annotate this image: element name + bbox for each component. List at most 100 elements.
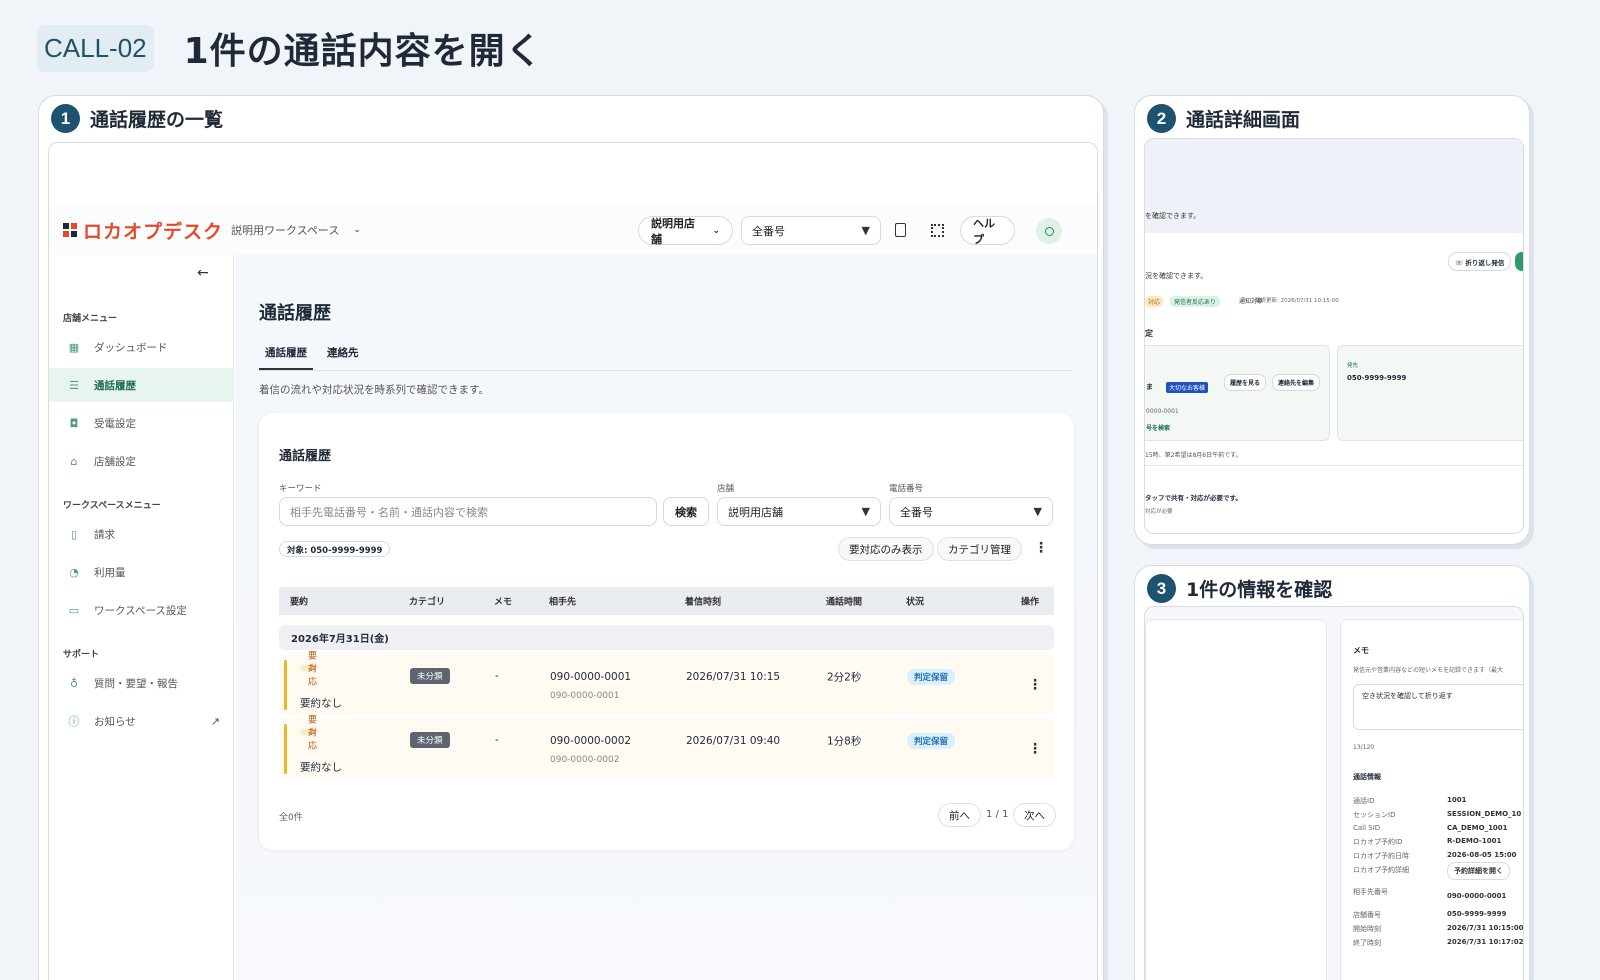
table-row[interactable]: ⚠ 要対応 要約なし 未分類 - 090-0000-0002 090-0000-0… [279, 716, 1054, 779]
field-label: セッションID [1353, 811, 1396, 819]
panel-title-label: 通話履歴の一覧 [90, 109, 224, 131]
sidebar-item-store-settings[interactable]: ⌂ 店舗設定 [49, 444, 234, 478]
open-reservation-button[interactable]: 予約詳細を開く [1447, 862, 1510, 880]
memo-text: - [495, 670, 499, 682]
tab-label: 通話履歴 [265, 347, 307, 359]
row-more-icon[interactable]: ⋮ [1028, 741, 1042, 757]
step-number-badge: 2 [1147, 104, 1176, 133]
store-select[interactable]: 説明用店舗 ▼ [717, 497, 881, 526]
attention-only-button[interactable]: 要対応のみ表示 [838, 537, 934, 561]
memo-textarea[interactable]: 空き状況を確認して折り返す [1353, 684, 1523, 730]
status-badge: 判定保留 [907, 733, 956, 749]
field-value: 1001 [1447, 796, 1467, 804]
sidebar-item-workspace-settings[interactable]: ▭ ワークスペース設定 [49, 593, 234, 627]
info-screenshot-frame: メモ 発信元や営業内容などの短いメモを記録できます（最大 空き状況を確認して折り… [1144, 606, 1524, 980]
memo-text: - [495, 734, 499, 746]
tab-call-history[interactable]: 通話履歴 [259, 337, 313, 370]
tabs-underline [259, 370, 1073, 371]
page-indicator: 1 / 1 [986, 809, 1009, 820]
call-time: 2026/07/31 09:40 [686, 735, 781, 747]
card-title: 通話履歴 [279, 449, 332, 464]
target-filter-chip[interactable]: 対象: 050-9999-9999 [279, 541, 391, 557]
sidebar-item-label: 店舗設定 [94, 455, 136, 468]
sidebar-item-news[interactable]: ⓘ お知らせ ↗ [49, 704, 234, 738]
grid-icon: ▦ [68, 340, 80, 354]
search-number-link[interactable]: 号を検索 [1146, 423, 1170, 432]
view-history-button[interactable]: 履歴を見る [1224, 374, 1267, 391]
detail-text: を確認できます。 [1145, 212, 1201, 220]
field-label: 通話ID [1353, 797, 1375, 805]
phone-label: 電話番号 [889, 484, 924, 494]
tag-attention: 対応 [1145, 296, 1164, 307]
callback-button[interactable]: ☏ 折り返し発信 [1448, 252, 1512, 271]
sidebar-item-feedback[interactable]: ♁ 質問・要望・報告 [49, 666, 234, 700]
field-label: 相手先番号 [1353, 888, 1388, 896]
caller-number: 090-0000-0001 [550, 671, 632, 683]
sidebar-item-billing[interactable]: ▯ 請求 [49, 517, 234, 551]
edit-contact-button[interactable]: 連絡先を編集 [1272, 374, 1321, 391]
sidebar-section-support: サポート [63, 650, 100, 660]
attention-badge: ⚠ 要対応 [300, 652, 317, 688]
step-header: CALL-02 1件の通話内容を開く [37, 22, 543, 74]
tag-responded: 発信者反応あり [1170, 296, 1221, 307]
more-options-icon[interactable]: ⋮ [1034, 540, 1048, 556]
arrow-left-icon[interactable]: ← [197, 265, 209, 281]
table-row[interactable]: ⚠ 要対応 要約なし 未分類 - 090-0000-0001 090-0000-0… [279, 652, 1054, 715]
caller-number-sub: 090-0000-0001 [550, 691, 620, 701]
sidebar-item-label: 質問・要望・報告 [94, 677, 178, 690]
phone-select-value: 全番号 [900, 505, 933, 519]
column-header: 状況 [906, 597, 925, 608]
button-label: 要対応のみ表示 [849, 543, 923, 556]
store-icon: ⌂ [70, 454, 78, 468]
screenshot-frame: ロカオプデスク 説明用ワークスペース ⌄ 説明用店舗 ⌄ 全番号 ▼ ヘルプ ←… [48, 142, 1098, 980]
detail-text: ま [1146, 383, 1153, 391]
button-label: 折り返し発信 [1465, 259, 1505, 267]
number-select[interactable]: 全番号 ▼ [741, 216, 881, 245]
sidebar-item-call-history[interactable]: ☰ 通話履歴 [49, 368, 234, 402]
memo-value: 空き状況を確認して折り返す [1362, 692, 1453, 700]
app-logo[interactable]: ロカオプデスク [63, 217, 223, 244]
chevron-down-icon[interactable]: ⌄ [353, 225, 361, 235]
sidebar-item-label: 利用量 [94, 566, 126, 579]
page-description: 着信の流れや対応状況を時系列で確認できます。 [259, 384, 489, 396]
phone-select[interactable]: 全番号 ▼ [889, 497, 1053, 526]
next-page-button[interactable]: 次へ [1013, 803, 1056, 827]
logo-text: ロカオプデスク [83, 220, 224, 243]
sidebar-item-label: お知らせ [94, 715, 136, 728]
store-switcher-label: 説明用店舗 [651, 216, 695, 246]
sidebar-item-usage[interactable]: ◔ 利用量 [49, 555, 234, 589]
caller-number-sub: 090-0000-0002 [550, 755, 620, 765]
qr-code-icon[interactable] [931, 224, 944, 237]
memo-card: メモ 発信元や営業内容などの短いメモを記録できます（最大 空き状況を確認して折り… [1340, 619, 1523, 980]
search-button-label: 検索 [675, 505, 697, 519]
destination-number: 050-9999-9999 [1347, 374, 1407, 382]
tab-contacts[interactable]: 連絡先 [327, 345, 359, 360]
panel-title: 3 1件の情報を確認 [1147, 574, 1332, 603]
column-header: 操作 [1021, 597, 1040, 608]
prev-page-button[interactable]: 前へ [938, 803, 981, 827]
column-header: メモ [494, 597, 513, 608]
memo-title: メモ [1353, 646, 1369, 655]
workspace-name[interactable]: 説明用ワークスペース [231, 222, 339, 238]
sidebar-item-reception-settings[interactable]: ◘ 受電設定 [49, 406, 234, 440]
category-manage-button[interactable]: カテゴリ管理 [937, 537, 1022, 561]
search-button[interactable]: 検索 [663, 497, 709, 526]
sidebar-item-dashboard[interactable]: ▦ ダッシュボード [49, 330, 234, 364]
field-label: Call SID [1353, 824, 1381, 832]
attention-bar [284, 660, 287, 710]
store-switcher[interactable]: 説明用店舗 ⌄ [638, 216, 733, 246]
row-more-icon[interactable]: ⋮ [1028, 677, 1042, 693]
field-value: CA_DEMO_1001 [1447, 824, 1508, 832]
call-history-card: 通話履歴 キーワード 相手先電話番号・名前・通話内容で検索 検索 店舗 説明用店… [259, 413, 1074, 850]
panel-title-label: 通話詳細画面 [1186, 109, 1301, 131]
clipboard-icon[interactable] [895, 223, 906, 237]
badge-label: 要対応 [308, 715, 318, 752]
avatar[interactable] [1036, 218, 1062, 244]
user-icon [1044, 226, 1054, 236]
search-placeholder: 相手先電話番号・名前・通話内容で検索 [290, 505, 488, 519]
info-icon: ⓘ [68, 715, 80, 728]
panel-title: 2 通話詳細画面 [1147, 104, 1300, 133]
search-input[interactable]: 相手先電話番号・名前・通話内容で検索 [279, 497, 657, 526]
help-button[interactable]: ヘルプ [960, 216, 1015, 246]
phone-icon: ☏ [1455, 259, 1466, 267]
